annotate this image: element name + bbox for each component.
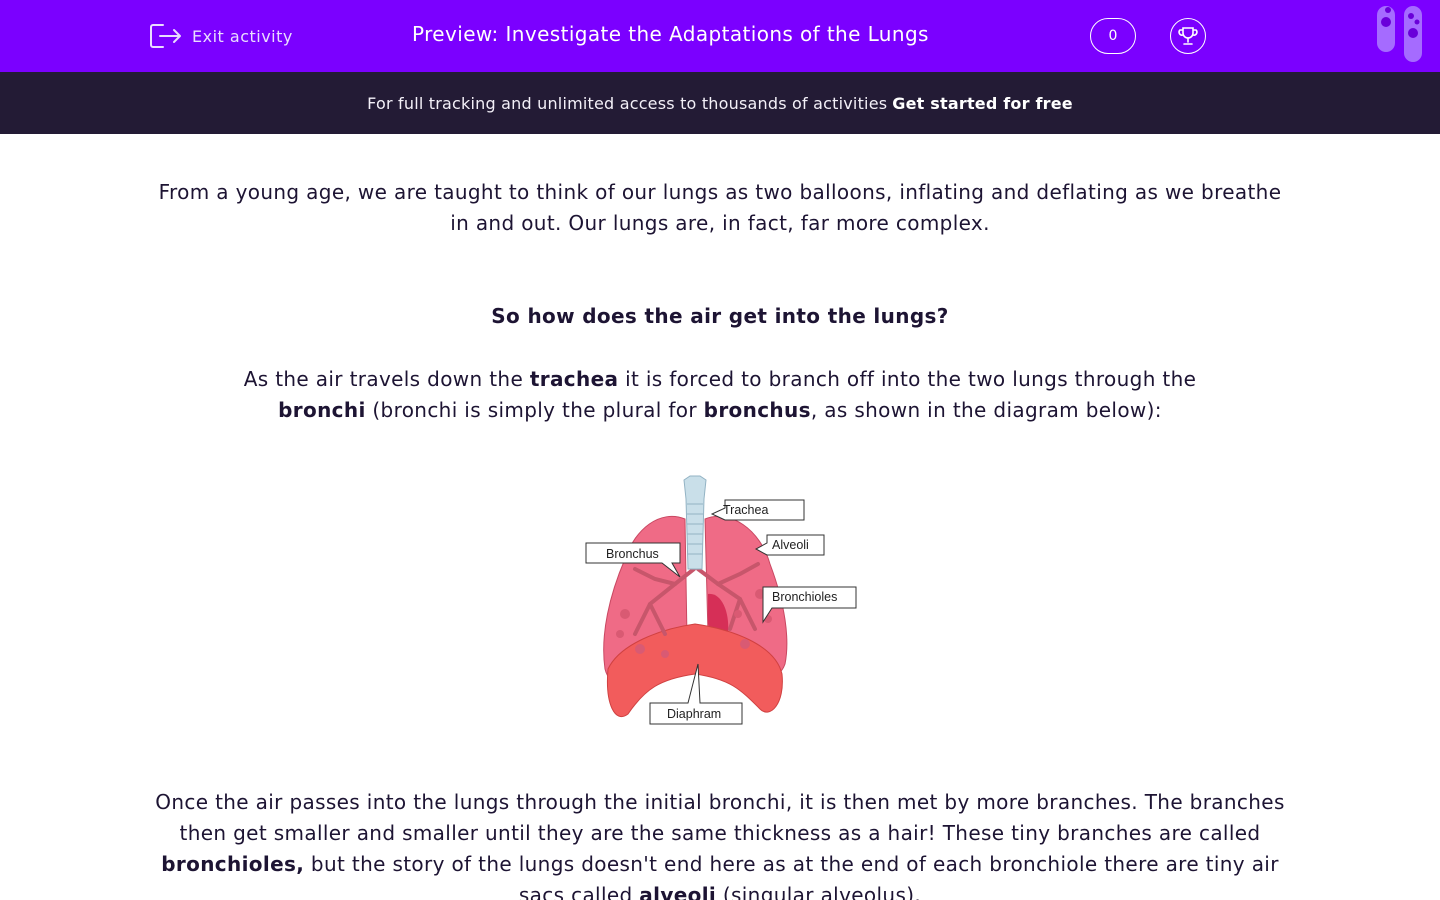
diaphram-label: Diaphram xyxy=(667,707,721,721)
alveoli-label: Alveoli xyxy=(772,538,809,552)
bold-term-alveoli: alveoli xyxy=(639,883,717,900)
text-run: it is forced to branch off into the two … xyxy=(618,367,1197,391)
main-content: From a young age, we are taught to think… xyxy=(0,134,1440,900)
bold-term-trachea: trachea xyxy=(529,367,619,391)
exit-activity-label: Exit activity xyxy=(192,26,293,46)
test-tubes-icon xyxy=(1377,6,1422,62)
lungs-diagram: Trachea Bronchus Alveoli Bronchioles Dia… xyxy=(585,475,857,725)
top-bar: Exit activity Preview: Investigate the A… xyxy=(0,0,1440,72)
text-run: , as shown in the diagram below): xyxy=(810,398,1162,422)
exit-icon xyxy=(150,24,181,48)
trophy-icon xyxy=(1178,27,1198,45)
banner-text: For full tracking and unlimited access t… xyxy=(367,93,888,113)
bold-term-bronchioles: bronchioles, xyxy=(161,852,305,876)
text-run: (singular alveolus). xyxy=(716,883,922,900)
page-title: Preview: Investigate the Adaptations of … xyxy=(412,22,929,46)
get-started-link[interactable]: Get started for free xyxy=(892,94,1073,113)
alveoli-callout: Alveoli xyxy=(754,534,825,556)
trachea-label: Trachea xyxy=(723,503,768,517)
bronchioles-label: Bronchioles xyxy=(772,590,837,604)
text-run: As the air travels down the xyxy=(243,367,530,391)
score-badge: 0 xyxy=(1090,18,1136,54)
bold-term-bronchus: bronchus xyxy=(703,398,811,422)
bronchioles-paragraph: Once the air passes into the lungs throu… xyxy=(150,787,1290,900)
intro-paragraph: From a young age, we are taught to think… xyxy=(158,180,1282,235)
trophy-button[interactable] xyxy=(1170,18,1206,54)
bronchus-label: Bronchus xyxy=(606,547,659,561)
exit-activity-button[interactable]: Exit activity xyxy=(149,20,293,52)
trachea-callout: Trachea xyxy=(710,499,805,521)
section-heading: So how does the air get into the lungs? xyxy=(491,304,949,328)
trachea-paragraph: As the air travels down the trachea it i… xyxy=(220,364,1220,426)
upgrade-banner: For full tracking and unlimited access t… xyxy=(0,72,1440,134)
bold-term-bronchi: bronchi xyxy=(278,398,366,422)
trachea xyxy=(683,475,707,570)
text-run: (bronchi is simply the plural for xyxy=(365,398,704,422)
text-run: Once the air passes into the lungs throu… xyxy=(155,790,1285,845)
